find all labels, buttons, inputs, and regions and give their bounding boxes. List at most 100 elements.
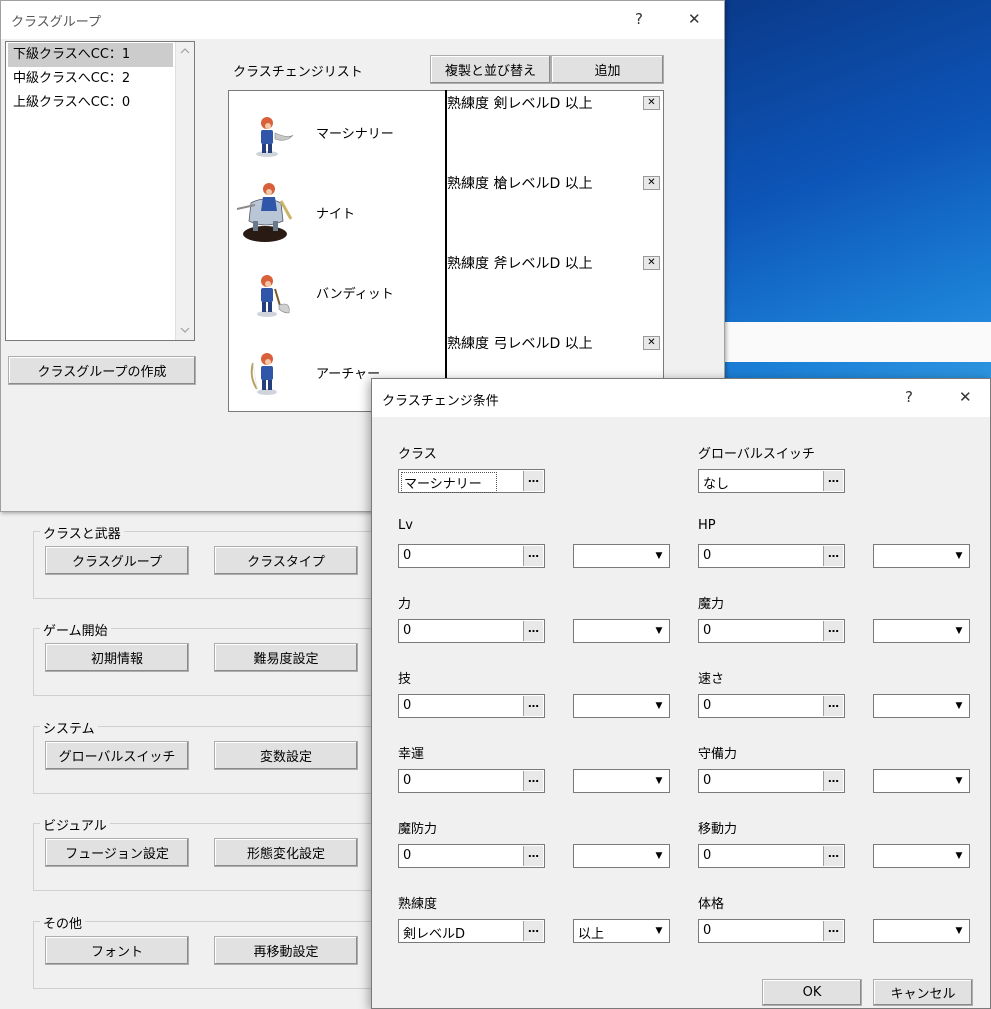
transform-settings-button[interactable]: 形態変化設定 [214, 838, 358, 867]
re-move-settings-button[interactable]: 再移動設定 [214, 936, 358, 965]
browse-button[interactable]: … [823, 771, 843, 791]
font-button[interactable]: フォント [45, 936, 189, 965]
help-icon[interactable]: ? [635, 10, 643, 28]
global-switch-button[interactable]: グローバルスイッチ [45, 741, 189, 770]
scroll-up-icon[interactable] [180, 48, 190, 54]
browse-button[interactable]: … [523, 921, 543, 941]
browse-button[interactable]: … [523, 846, 543, 866]
dropdown-arrow-icon[interactable]: ▼ [950, 546, 968, 566]
class-field[interactable]: マーシナリー … [398, 469, 545, 493]
cancel-button[interactable]: キャンセル [873, 979, 973, 1006]
title-bar[interactable]: クラスチェンジ条件 ? ✕ [372, 379, 990, 417]
scrollbar[interactable] [175, 42, 194, 340]
field-value: 0 [403, 548, 412, 563]
cc-entry-name: マーシナリー [316, 127, 394, 142]
proficiency-field[interactable]: 剣レベルD … [398, 919, 545, 943]
delete-icon[interactable]: ✕ [643, 96, 660, 110]
dropdown-arrow-icon[interactable]: ▼ [650, 771, 668, 791]
browse-button[interactable]: … [523, 621, 543, 641]
skl-field[interactable]: 0 … [398, 694, 545, 718]
lv-field[interactable]: 0 … [398, 544, 545, 568]
luck-compare-select[interactable]: ▼ [573, 769, 670, 793]
scroll-down-icon[interactable] [180, 327, 190, 333]
browse-button[interactable]: … [523, 696, 543, 716]
spd-field[interactable]: 0 … [698, 694, 845, 718]
delete-icon[interactable]: ✕ [643, 336, 660, 350]
switch-field[interactable]: なし … [698, 469, 845, 493]
con-field[interactable]: 0 … [698, 919, 845, 943]
luck-field[interactable]: 0 … [398, 769, 545, 793]
group-class-weapons: クラスと武器 クラスグループ クラスタイプ [33, 523, 378, 599]
field-value: 0 [703, 923, 712, 938]
mag-field[interactable]: 0 … [698, 619, 845, 643]
proficiency-compare-select[interactable]: 以上 ▼ [573, 919, 670, 943]
difficulty-settings-button[interactable]: 難易度設定 [214, 643, 358, 672]
def-compare-select[interactable]: ▼ [873, 769, 970, 793]
res-compare-select[interactable]: ▼ [573, 844, 670, 868]
ok-button[interactable]: OK [762, 979, 862, 1006]
browse-button[interactable]: … [523, 546, 543, 566]
browse-button[interactable]: … [823, 471, 843, 491]
dropdown-arrow-icon[interactable]: ▼ [650, 621, 668, 641]
dropdown-arrow-icon[interactable]: ▼ [950, 921, 968, 941]
delete-icon[interactable]: ✕ [643, 176, 660, 190]
field-value: 0 [703, 848, 712, 863]
group-title: ゲーム開始 [40, 620, 111, 639]
create-class-group-button[interactable]: クラスグループの作成 [8, 356, 196, 385]
mov-field[interactable]: 0 … [698, 844, 845, 868]
browse-button[interactable]: … [523, 471, 543, 491]
browse-button[interactable]: … [523, 771, 543, 791]
select-value: 以上 [578, 927, 605, 942]
field-label: 魔防力 [398, 822, 438, 837]
title-bar[interactable]: クラスグループ ? ✕ [1, 1, 724, 39]
bandit-sprite-icon [257, 275, 290, 317]
mag-compare-select[interactable]: ▼ [873, 619, 970, 643]
hp-compare-select[interactable]: ▼ [873, 544, 970, 568]
variable-settings-button[interactable]: 変数設定 [214, 741, 358, 770]
close-icon[interactable]: ✕ [959, 388, 972, 406]
dropdown-arrow-icon[interactable]: ▼ [950, 771, 968, 791]
mov-compare-select[interactable]: ▼ [873, 844, 970, 868]
dropdown-arrow-icon[interactable]: ▼ [650, 546, 668, 566]
initial-info-button[interactable]: 初期情報 [45, 643, 189, 672]
class-label: クラス [398, 447, 437, 462]
browse-button[interactable]: … [823, 921, 843, 941]
cc-entry-condition: 熟練度 弓レベルD 以上 [447, 336, 593, 352]
cc-entry-condition: 熟練度 斧レベルD 以上 [447, 256, 593, 272]
delete-icon[interactable]: ✕ [643, 256, 660, 270]
browse-button[interactable]: … [823, 696, 843, 716]
str-compare-select[interactable]: ▼ [573, 619, 670, 643]
browse-button[interactable]: … [823, 621, 843, 641]
help-icon[interactable]: ? [905, 388, 913, 406]
skl-compare-select[interactable]: ▼ [573, 694, 670, 718]
hp-field[interactable]: 0 … [698, 544, 845, 568]
browse-button[interactable]: … [823, 546, 843, 566]
dropdown-arrow-icon[interactable]: ▼ [650, 696, 668, 716]
list-item[interactable]: 下級クラスへCC：1 [8, 43, 173, 67]
list-item[interactable]: 上級クラスへCC：0 [8, 91, 173, 115]
spd-compare-select[interactable]: ▼ [873, 694, 970, 718]
field-label: 熟練度 [398, 897, 438, 912]
dropdown-arrow-icon[interactable]: ▼ [650, 921, 668, 941]
lv-compare-select[interactable]: ▼ [573, 544, 670, 568]
dropdown-arrow-icon[interactable]: ▼ [950, 846, 968, 866]
str-field[interactable]: 0 … [398, 619, 545, 643]
class-value: マーシナリー [401, 472, 497, 493]
class-change-condition-dialog: クラスチェンジ条件 ? ✕ クラス マーシナリー … グローバルスイッチ なし … [371, 378, 991, 1009]
dropdown-arrow-icon[interactable]: ▼ [650, 846, 668, 866]
class-group-button[interactable]: クラスグループ [45, 546, 189, 575]
switch-label: グローバルスイッチ [698, 447, 815, 462]
class-type-button[interactable]: クラスタイプ [214, 546, 358, 575]
duplicate-sort-button[interactable]: 複製と並び替え [430, 55, 551, 84]
close-icon[interactable]: ✕ [688, 10, 701, 28]
fusion-settings-button[interactable]: フュージョン設定 [45, 838, 189, 867]
dropdown-arrow-icon[interactable]: ▼ [950, 696, 968, 716]
class-group-list[interactable]: 下級クラスへCC：1 中級クラスへCC：2 上級クラスへCC：0 [5, 41, 195, 341]
res-field[interactable]: 0 … [398, 844, 545, 868]
add-button[interactable]: 追加 [551, 55, 664, 84]
list-item[interactable]: 中級クラスへCC：2 [8, 67, 173, 91]
dropdown-arrow-icon[interactable]: ▼ [950, 621, 968, 641]
con-compare-select[interactable]: ▼ [873, 919, 970, 943]
def-field[interactable]: 0 … [698, 769, 845, 793]
browse-button[interactable]: … [823, 846, 843, 866]
